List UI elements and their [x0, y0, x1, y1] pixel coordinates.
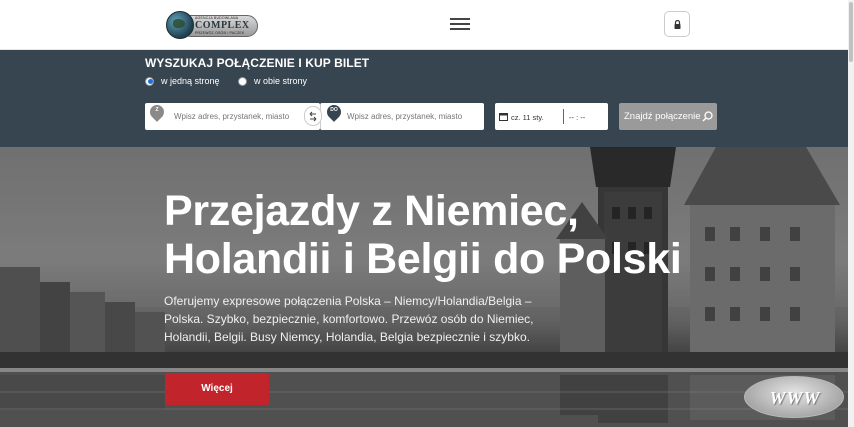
map-pin-from-icon: Z: [147, 102, 167, 124]
radio-dot-checked[interactable]: [145, 76, 154, 86]
radio-one-way[interactable]: w jedną stronę: [145, 76, 220, 86]
more-button[interactable]: Więcej: [165, 373, 269, 405]
hero-title: Przejazdy z Niemiec, Holandii i Belgii d…: [164, 187, 684, 283]
scrollbar[interactable]: [848, 0, 854, 427]
globe-icon: [166, 11, 194, 39]
to-field[interactable]: DO: [320, 102, 484, 130]
scrollbar-thumb[interactable]: [849, 2, 853, 62]
to-badge: DO: [330, 107, 338, 113]
lock-icon: [674, 20, 681, 29]
date-time-divider: [563, 109, 564, 124]
hero-section: Przejazdy z Niemiec, Holandii i Belgii d…: [0, 147, 848, 427]
map-pin-to-icon: DO: [324, 102, 344, 124]
from-input[interactable]: [174, 108, 314, 125]
find-connection-button[interactable]: Znajdź połączenie: [619, 103, 717, 130]
search-icon: [702, 111, 713, 122]
to-input[interactable]: [347, 108, 482, 125]
www-badge[interactable]: WWW: [744, 376, 844, 418]
radio-round-trip-label: w obie strony: [254, 76, 308, 86]
radio-dot[interactable]: [238, 76, 247, 86]
www-badge-label: WWW: [769, 388, 821, 408]
search-panel: WYSZUKAJ POŁĄCZENIE I KUP BILET w jedną …: [0, 50, 848, 147]
complex-logo[interactable]: AGENCJA BUDOWLANA COMPLEX PRZEWÓZ OSÓB /…: [166, 11, 258, 39]
account-button[interactable]: [664, 11, 690, 37]
find-connection-label: Znajdź połączenie: [624, 111, 701, 122]
hero-description: Oferujemy expresowe połączenia Polska – …: [164, 294, 534, 344]
swap-arrows-icon: [309, 111, 317, 122]
date-time-field[interactable]: cz. 11 sty. -- : --: [495, 103, 608, 130]
logo-sub-text: PRZEWÓZ OSÓB / PACZEK: [195, 31, 245, 35]
calendar-icon: [499, 113, 508, 121]
from-field[interactable]: Z: [145, 102, 320, 130]
swap-button[interactable]: [304, 106, 322, 126]
from-badge: Z: [155, 107, 159, 113]
time-value[interactable]: -- : --: [569, 113, 585, 122]
radio-one-way-label: w jedną stronę: [161, 76, 220, 86]
search-title: WYSZUKAJ POŁĄCZENIE I KUP BILET: [145, 56, 370, 70]
logo-name: COMPLEX: [195, 20, 250, 31]
hero-title-line-2: Holandii i Belgii do Polski: [164, 235, 682, 283]
hero-title-line-1: Przejazdy z Niemiec,: [164, 187, 579, 235]
hamburger-menu-icon[interactable]: [450, 17, 470, 32]
date-value[interactable]: cz. 11 sty.: [511, 113, 544, 122]
site-header: AGENCJA BUDOWLANA COMPLEX PRZEWÓZ OSÓB /…: [0, 0, 854, 50]
radio-round-trip[interactable]: w obie strony: [238, 76, 307, 86]
